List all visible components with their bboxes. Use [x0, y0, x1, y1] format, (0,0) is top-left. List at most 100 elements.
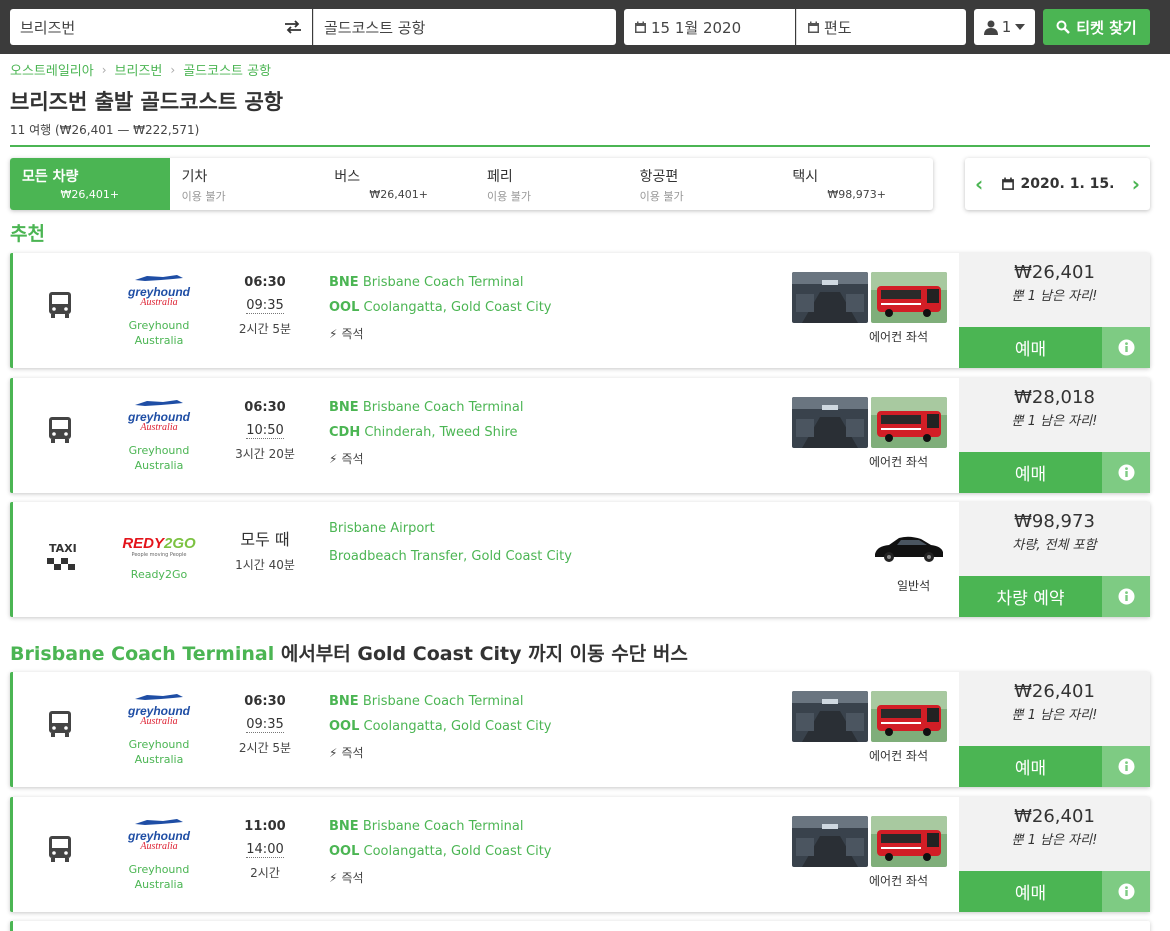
bus-icon [49, 292, 71, 318]
book-button[interactable]: 예매 [959, 327, 1102, 368]
arrival-stop[interactable]: Chinderah, Tweed Shire [364, 425, 517, 440]
price: ₩26,401 [1014, 806, 1095, 827]
route-origin[interactable]: Brisbane Coach Terminal [10, 643, 274, 665]
stops: BNE Brisbane Coach Terminal OOL Coolanga… [329, 275, 551, 342]
departure-stop[interactable]: Brisbane Coach Terminal [363, 694, 524, 709]
bus-interior-photo[interactable] [792, 272, 868, 323]
book-button[interactable]: 예매 [959, 452, 1102, 493]
route-description: 에서부터 Gold Coast City 까지 이동 수단 버스 [274, 643, 688, 665]
result-card[interactable] [10, 921, 1150, 931]
result-card[interactable]: TAXI REDY2GO People moving People Ready2… [10, 502, 1150, 617]
from-field[interactable]: 브리즈번 [10, 9, 312, 45]
return-field[interactable]: 편도 [796, 9, 966, 45]
to-field[interactable]: 골드코스트 공항 [313, 9, 616, 45]
breadcrumb: 오스트레일리아 › 브리즈번 › 골드코스트 공항 [10, 60, 271, 80]
booking-panel: ₩26,401 뿐 1 남은 자리! 예매 [959, 797, 1150, 912]
selected-date[interactable]: 2020. 1. 15. [1021, 176, 1115, 192]
schedule: 11:00 14:00 2시간 [233, 819, 297, 881]
info-button[interactable] [1102, 327, 1150, 368]
bus-interior-photo[interactable] [792, 691, 868, 742]
section-route-title: Brisbane Coach Terminal 에서부터 Gold Coast … [10, 639, 688, 666]
bus-icon [49, 711, 71, 737]
arrival-stop[interactable]: Broadbeach Transfer, Gold Coast City [329, 549, 572, 564]
departure-stop[interactable]: Brisbane Coach Terminal [363, 400, 524, 415]
date-field[interactable]: 15 1월 2020 [624, 9, 795, 45]
info-icon [1118, 588, 1134, 605]
stop-code: OOL [329, 300, 360, 315]
chevron-left-icon[interactable]: ‹ [975, 172, 983, 196]
sedan-photo[interactable] [871, 530, 947, 564]
departure-time: 06:30 [244, 694, 286, 709]
availability-note: 뿐 1 남은 자리! [1011, 833, 1098, 848]
tab-flight[interactable]: 항공편 이용 불가 [628, 158, 781, 210]
arrival-time: 14:00 [246, 842, 284, 858]
tab-label: 택시 [792, 169, 819, 185]
departure-stop[interactable]: Brisbane Coach Terminal [363, 819, 524, 834]
tab-train[interactable]: 기차 이용 불가 [170, 158, 323, 210]
departure-stop[interactable]: Brisbane Airport [329, 521, 435, 536]
operator-name[interactable]: Greyhound Australia [119, 443, 199, 473]
trip-summary: 11 여행 (₩26,401 — ₩222,571) [10, 123, 200, 137]
page-title: 브리즈번 출발 골드코스트 공항 [10, 90, 284, 114]
booking-panel: ₩26,401 뿐 1 남은 자리! 예매 [959, 672, 1150, 787]
arrival-stop[interactable]: Coolangatta, Gold Coast City [364, 300, 552, 315]
result-card[interactable]: greyhound Australia Greyhound Australia … [10, 797, 1150, 912]
bus-icon [49, 836, 71, 862]
instant-confirmation: ⚡ 즉석 [329, 745, 364, 761]
tab-taxi[interactable]: 택시 ₩98,973+ [780, 158, 933, 210]
departure-stop[interactable]: Brisbane Coach Terminal [363, 275, 524, 290]
bus-exterior-photo[interactable] [871, 397, 947, 448]
bus-interior-photo[interactable] [792, 397, 868, 448]
info-button[interactable] [1102, 871, 1150, 912]
caret-down-icon [1015, 24, 1026, 30]
transport-mode-tabs: 모든 차량 ₩26,401+ 기차 이용 불가 버스 ₩26,401+ 페리 이… [10, 158, 933, 210]
operator-name[interactable]: Greyhound Australia [119, 318, 199, 348]
result-card[interactable]: greyhound Australia Greyhound Australia … [10, 378, 1150, 493]
bus-exterior-photo[interactable] [871, 691, 947, 742]
availability-note: 뿐 1 남은 자리! [1011, 289, 1098, 304]
arrival-stop[interactable]: Coolangatta, Gold Coast City [364, 844, 552, 859]
greyhound-logo: greyhound Australia [119, 815, 199, 852]
taxi-checker-icon [47, 558, 75, 570]
result-card[interactable]: greyhound Australia Greyhound Australia … [10, 672, 1150, 787]
breadcrumb-item[interactable]: 골드코스트 공항 [183, 60, 271, 79]
greyhound-dog-icon [135, 694, 183, 700]
booking-panel: ₩98,973 차량, 전체 포함 차량 예약 [959, 502, 1150, 617]
info-button[interactable] [1102, 576, 1150, 617]
tab-status: 이용 불가 [181, 190, 226, 203]
availability-note: 뿐 1 남은 자리! [1011, 414, 1098, 429]
any-time: 모두 때 [240, 530, 290, 549]
search-button[interactable]: 티켓 찾기 [1043, 9, 1150, 45]
book-button[interactable]: 예매 [959, 871, 1102, 912]
bus-exterior-photo[interactable] [871, 272, 947, 323]
chevron-right-icon: › [170, 62, 176, 77]
info-icon [1118, 883, 1134, 900]
operator-name[interactable]: Greyhound Australia [119, 862, 199, 892]
breadcrumb-item[interactable]: 브리즈번 [115, 60, 163, 79]
stops: BNE Brisbane Coach Terminal CDH Chindera… [329, 400, 524, 467]
info-button[interactable] [1102, 452, 1150, 493]
arrival-stop[interactable]: Coolangatta, Gold Coast City [364, 719, 552, 734]
breadcrumb-item[interactable]: 오스트레일리아 [10, 60, 94, 79]
photo-gallery [792, 272, 947, 323]
bolt-icon: ⚡ [329, 870, 338, 885]
tab-ferry[interactable]: 페리 이용 불가 [475, 158, 628, 210]
result-card[interactable]: greyhound Australia Greyhound Australia … [10, 253, 1150, 368]
stop-code: BNE [329, 400, 359, 415]
tab-label: 기차 [181, 169, 208, 185]
swap-icon[interactable] [284, 20, 302, 34]
chevron-right-icon[interactable]: › [1132, 172, 1140, 196]
info-button[interactable] [1102, 746, 1150, 787]
operator-name[interactable]: Ready2Go [119, 567, 199, 582]
duration: 2시간 [250, 866, 280, 880]
book-button[interactable]: 예매 [959, 746, 1102, 787]
bus-exterior-photo[interactable] [871, 816, 947, 867]
bolt-icon: ⚡ [329, 451, 338, 466]
bus-interior-photo[interactable] [792, 816, 868, 867]
photo-gallery [792, 816, 947, 867]
tab-all[interactable]: 모든 차량 ₩26,401+ [10, 158, 170, 210]
book-vehicle-button[interactable]: 차량 예약 [959, 576, 1102, 617]
tab-bus[interactable]: 버스 ₩26,401+ [322, 158, 475, 210]
passenger-select[interactable]: 1 [974, 9, 1035, 45]
operator-name[interactable]: Greyhound Australia [119, 737, 199, 767]
